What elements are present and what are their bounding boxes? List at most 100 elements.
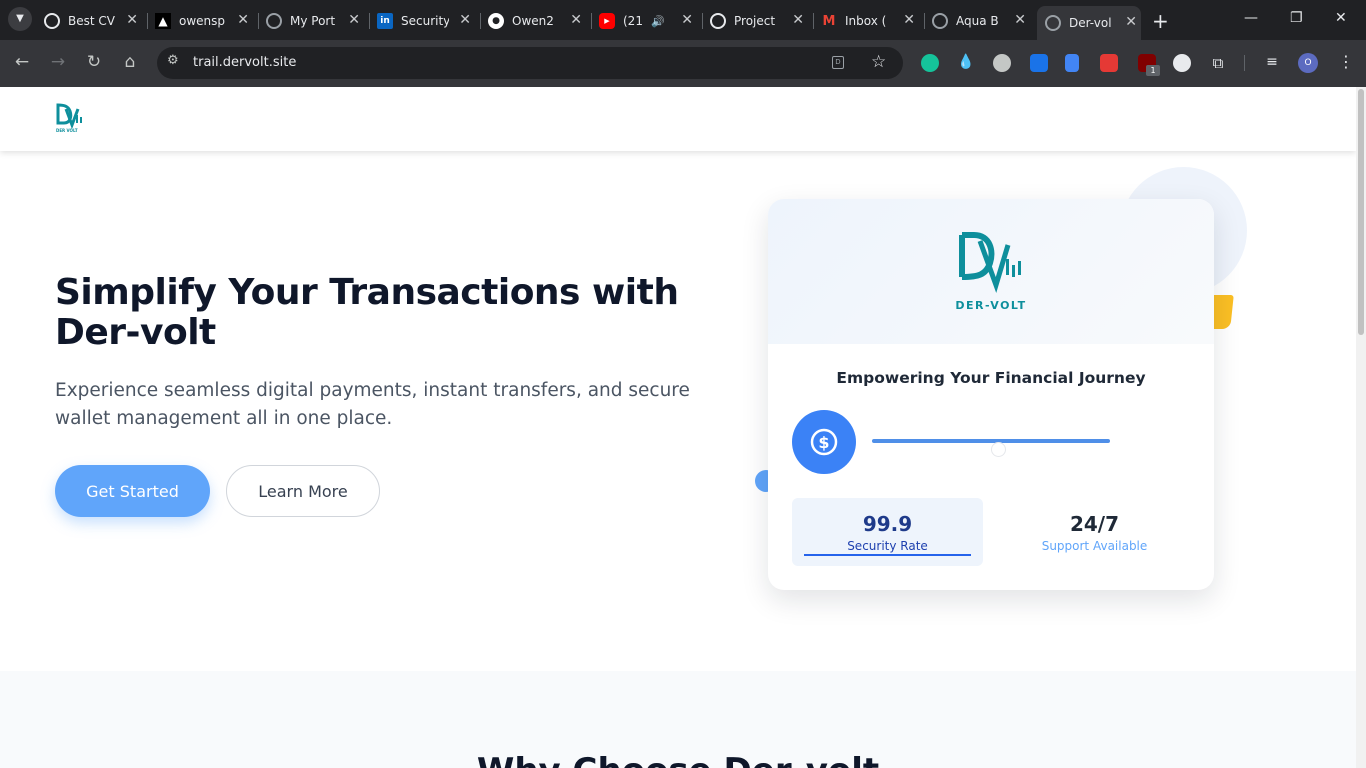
menu-kebab-icon[interactable]: ⋮ [1338, 52, 1354, 71]
tab-label: Owen2 [512, 14, 554, 28]
audio-playing-icon[interactable]: 🔊 [651, 15, 665, 28]
profile-avatar[interactable]: O [1298, 53, 1318, 73]
close-icon[interactable]: ✕ [459, 12, 471, 28]
progress-track [872, 439, 1110, 443]
dollar-icon: $ [810, 428, 838, 456]
forward-icon[interactable]: → [46, 52, 70, 72]
docs-extension-icon[interactable] [1065, 54, 1079, 72]
back-icon[interactable]: ← [10, 52, 34, 72]
screenshot-extension-icon[interactable] [1030, 54, 1048, 72]
gmail-icon: M [822, 13, 836, 29]
tab-label: Inbox ( [845, 14, 887, 28]
close-icon[interactable]: ✕ [126, 12, 138, 28]
tab-search-button[interactable]: ▼ [8, 7, 32, 31]
page-action-icon[interactable]: D [832, 56, 844, 69]
video-extension-icon[interactable] [1100, 54, 1118, 72]
tab-9[interactable]: Aqua B ✕ [932, 7, 1030, 35]
tab-label: owensp [179, 14, 226, 28]
card-logo-text: DER-VOLT [955, 299, 1027, 312]
stat-value: 99.9 [862, 512, 913, 536]
tab-4[interactable]: in Security ✕ [377, 7, 475, 35]
globe-icon [266, 13, 282, 29]
hero-subtitle: Experience seamless digital payments, in… [55, 380, 690, 429]
tab-separator [369, 13, 370, 29]
learn-more-button[interactable]: Learn More [226, 465, 380, 517]
close-icon[interactable]: ✕ [348, 12, 360, 28]
water-drop-extension-icon[interactable]: 💧 [957, 54, 975, 72]
youtube-icon: ▶ [599, 13, 615, 29]
tab-label: Project [734, 14, 776, 28]
browser-tab-strip: ▼ Best CV ✕ ▲ owensp ✕ My Port ✕ in Secu… [0, 0, 1366, 40]
logo-text: DER VOLT [56, 128, 78, 133]
tab-3[interactable]: My Port ✕ [266, 7, 364, 35]
svg-text:$: $ [818, 433, 829, 452]
tab-label: Aqua B [956, 14, 999, 28]
minimize-icon[interactable]: — [1244, 10, 1258, 26]
globe-icon [1045, 15, 1061, 31]
close-icon[interactable]: ✕ [903, 12, 915, 28]
close-icon[interactable]: ✕ [1125, 14, 1137, 30]
tab-separator [480, 13, 481, 29]
stat-value: 24/7 [1069, 512, 1120, 536]
tab-label: (21 [623, 14, 643, 28]
bookmark-star-icon[interactable]: ☆ [871, 52, 886, 72]
new-tab-button[interactable]: + [1152, 9, 1169, 33]
site-header: DER VOLT [0, 87, 1356, 151]
linkedin-icon: in [377, 13, 393, 29]
tab-2[interactable]: ▲ owensp ✕ [155, 7, 253, 35]
globe-icon [932, 13, 948, 29]
get-started-button[interactable]: Get Started [55, 465, 210, 517]
tab-separator [702, 13, 703, 29]
tab-label: My Port [290, 14, 336, 28]
progress-knob[interactable] [991, 442, 1007, 457]
close-icon[interactable]: ✕ [570, 12, 582, 28]
stat-underline [804, 554, 971, 556]
site-info-icon[interactable]: ⚙ [167, 53, 179, 68]
extension-badge: 1 [1146, 65, 1160, 76]
tab-1[interactable]: Best CV ✕ [44, 7, 142, 35]
media-control-icon[interactable]: ≡ [1263, 54, 1281, 72]
grammarly-extension-icon[interactable] [921, 54, 939, 72]
tab-label: Best CV [68, 14, 115, 28]
card-header: DER-VOLT [768, 199, 1214, 344]
why-choose-section: Why Choose Der-volt [0, 671, 1356, 768]
restore-icon[interactable]: ❐ [1290, 10, 1303, 26]
reload-icon[interactable]: ↻ [82, 52, 106, 72]
page-viewport: DER VOLT Simplify Your Transactions with… [0, 87, 1356, 768]
tab-5[interactable]: ● Owen2 ✕ [488, 7, 586, 35]
site-logo[interactable]: DER VOLT [56, 103, 84, 135]
section-title: Why Choose Der-volt [0, 751, 1356, 768]
close-icon[interactable]: ✕ [1014, 12, 1026, 28]
tab-7[interactable]: Project ✕ [710, 7, 808, 35]
close-icon[interactable]: ✕ [681, 12, 693, 28]
stat-security-rate: 99.9 Security Rate [792, 498, 983, 566]
close-window-icon[interactable]: ✕ [1335, 10, 1347, 26]
stat-support: 24/7 Support Available [999, 498, 1190, 566]
cloud-extension-icon[interactable] [993, 54, 1011, 72]
close-icon[interactable]: ✕ [237, 12, 249, 28]
toolbar-separator [1244, 55, 1245, 71]
github-icon: ● [488, 13, 504, 29]
puzzle-extensions-icon[interactable]: ⧉ [1209, 54, 1227, 72]
card-heading: Empowering Your Financial Journey [836, 369, 1146, 387]
tab-separator [591, 13, 592, 29]
address-bar[interactable]: ⚙ trail.dervolt.site D ☆ [157, 47, 903, 79]
tab-8[interactable]: M Inbox ( ✕ [821, 7, 919, 35]
stat-label: Security Rate [847, 539, 928, 553]
face-extension-icon[interactable] [1173, 54, 1191, 72]
tab-6[interactable]: ▶ (21 🔊 ✕ [599, 7, 697, 35]
hero-title: Simplify Your Transactions with Der-volt [55, 272, 679, 353]
vercel-icon: ▲ [155, 13, 171, 29]
stat-label: Support Available [1041, 539, 1148, 553]
dervolt-card-logo-icon [959, 232, 1021, 293]
openai-icon [710, 13, 726, 29]
tab-separator [258, 13, 259, 29]
dollar-coin-icon: $ [792, 410, 856, 474]
tab-10-active[interactable]: Der-vol ✕ [1037, 6, 1141, 40]
openai-icon [44, 13, 60, 29]
close-icon[interactable]: ✕ [792, 12, 804, 28]
scrollbar-thumb[interactable] [1358, 89, 1364, 335]
url-text[interactable]: trail.dervolt.site [193, 55, 296, 70]
tab-label: Security [401, 14, 449, 28]
home-icon[interactable]: ⌂ [118, 52, 142, 72]
